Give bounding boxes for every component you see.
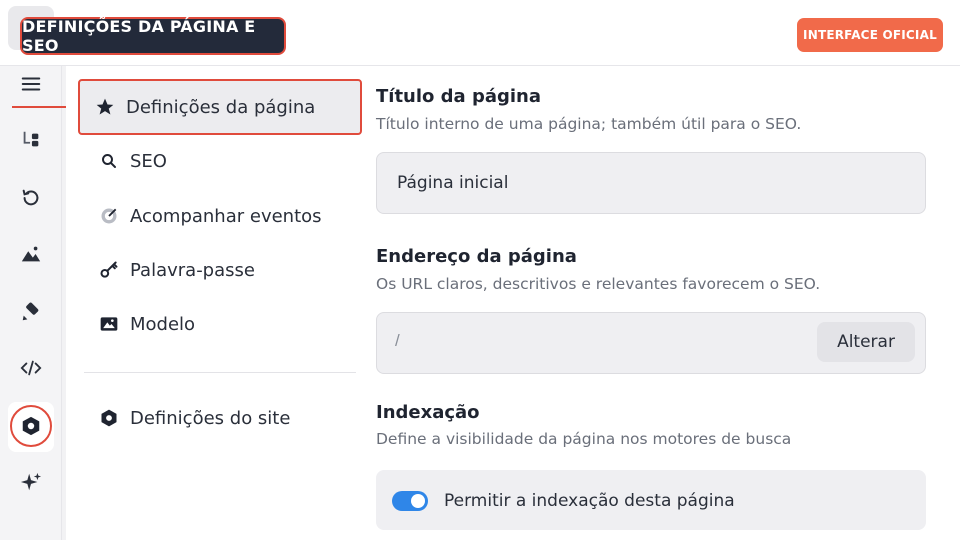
key-icon — [98, 259, 120, 281]
page-title-badge: DEFINIÇÕES DA PÁGINA E SEO — [20, 17, 286, 55]
star-icon — [94, 96, 116, 118]
menu-icon[interactable] — [15, 68, 47, 100]
nav-item-password[interactable]: Palavra-passe — [84, 248, 360, 292]
nav-item-seo[interactable]: SEO — [84, 139, 360, 183]
nav-item-label: Modelo — [130, 313, 196, 335]
indexing-toggle-label: Permitir a indexação desta página — [444, 491, 735, 511]
main-panel: Título da página Título interno de uma p… — [362, 66, 960, 540]
nav-item-label: Definições do site — [130, 407, 291, 429]
sparkle-icon[interactable] — [15, 466, 47, 498]
nav-item-template[interactable]: Modelo — [84, 302, 360, 346]
search-icon — [98, 150, 120, 172]
hex-settings-icon — [98, 407, 120, 429]
nav-item-page-settings[interactable]: Definições da página — [78, 79, 362, 135]
indexing-heading: Indexação — [376, 402, 480, 423]
history-icon[interactable] — [15, 182, 47, 214]
nav-item-label: SEO — [130, 150, 167, 172]
indexing-toggle-row: Permitir a indexação desta página — [376, 470, 926, 530]
nav-item-site-settings[interactable]: Definições do site — [84, 396, 360, 440]
nav-item-label: Definições da página — [126, 96, 316, 118]
page-title-input[interactable]: Página inicial — [376, 152, 926, 214]
top-bar: DEFINIÇÕES DA PÁGINA E SEO INTERFACE OFI… — [0, 0, 960, 66]
image-icon[interactable] — [15, 238, 47, 270]
page-address-heading: Endereço da página — [376, 246, 577, 267]
tracking-icon — [98, 205, 120, 227]
brush-icon[interactable] — [15, 296, 47, 328]
official-interface-button[interactable]: INTERFACE OFICIAL — [797, 18, 943, 52]
nav-item-tracking[interactable]: Acompanhar eventos — [84, 194, 360, 238]
page-title-description: Título interno de uma página; também úti… — [376, 115, 802, 133]
toggle-knob — [411, 494, 425, 508]
nav-item-label: Palavra-passe — [130, 259, 255, 281]
settings-nav: Definições da página SEO Acompanhar even… — [66, 66, 362, 540]
page-address-field[interactable]: / Alterar — [376, 312, 926, 374]
page-title-value: Página inicial — [397, 173, 509, 193]
page-title-heading: Título da página — [376, 86, 542, 107]
nav-divider — [84, 372, 356, 373]
settings-hex-icon[interactable] — [10, 405, 52, 447]
nav-item-label: Acompanhar eventos — [130, 205, 322, 227]
code-icon[interactable] — [15, 352, 47, 384]
indexing-toggle[interactable] — [392, 491, 428, 511]
page-address-description: Os URL claros, descritivos e relevantes … — [376, 275, 821, 293]
structure-icon[interactable] — [15, 124, 47, 156]
change-address-button[interactable]: Alterar — [817, 322, 915, 362]
icon-rail — [0, 66, 62, 540]
template-icon — [98, 313, 120, 335]
indexing-description: Define a visibilidade da página nos moto… — [376, 430, 792, 448]
page-address-value: / — [395, 331, 400, 350]
